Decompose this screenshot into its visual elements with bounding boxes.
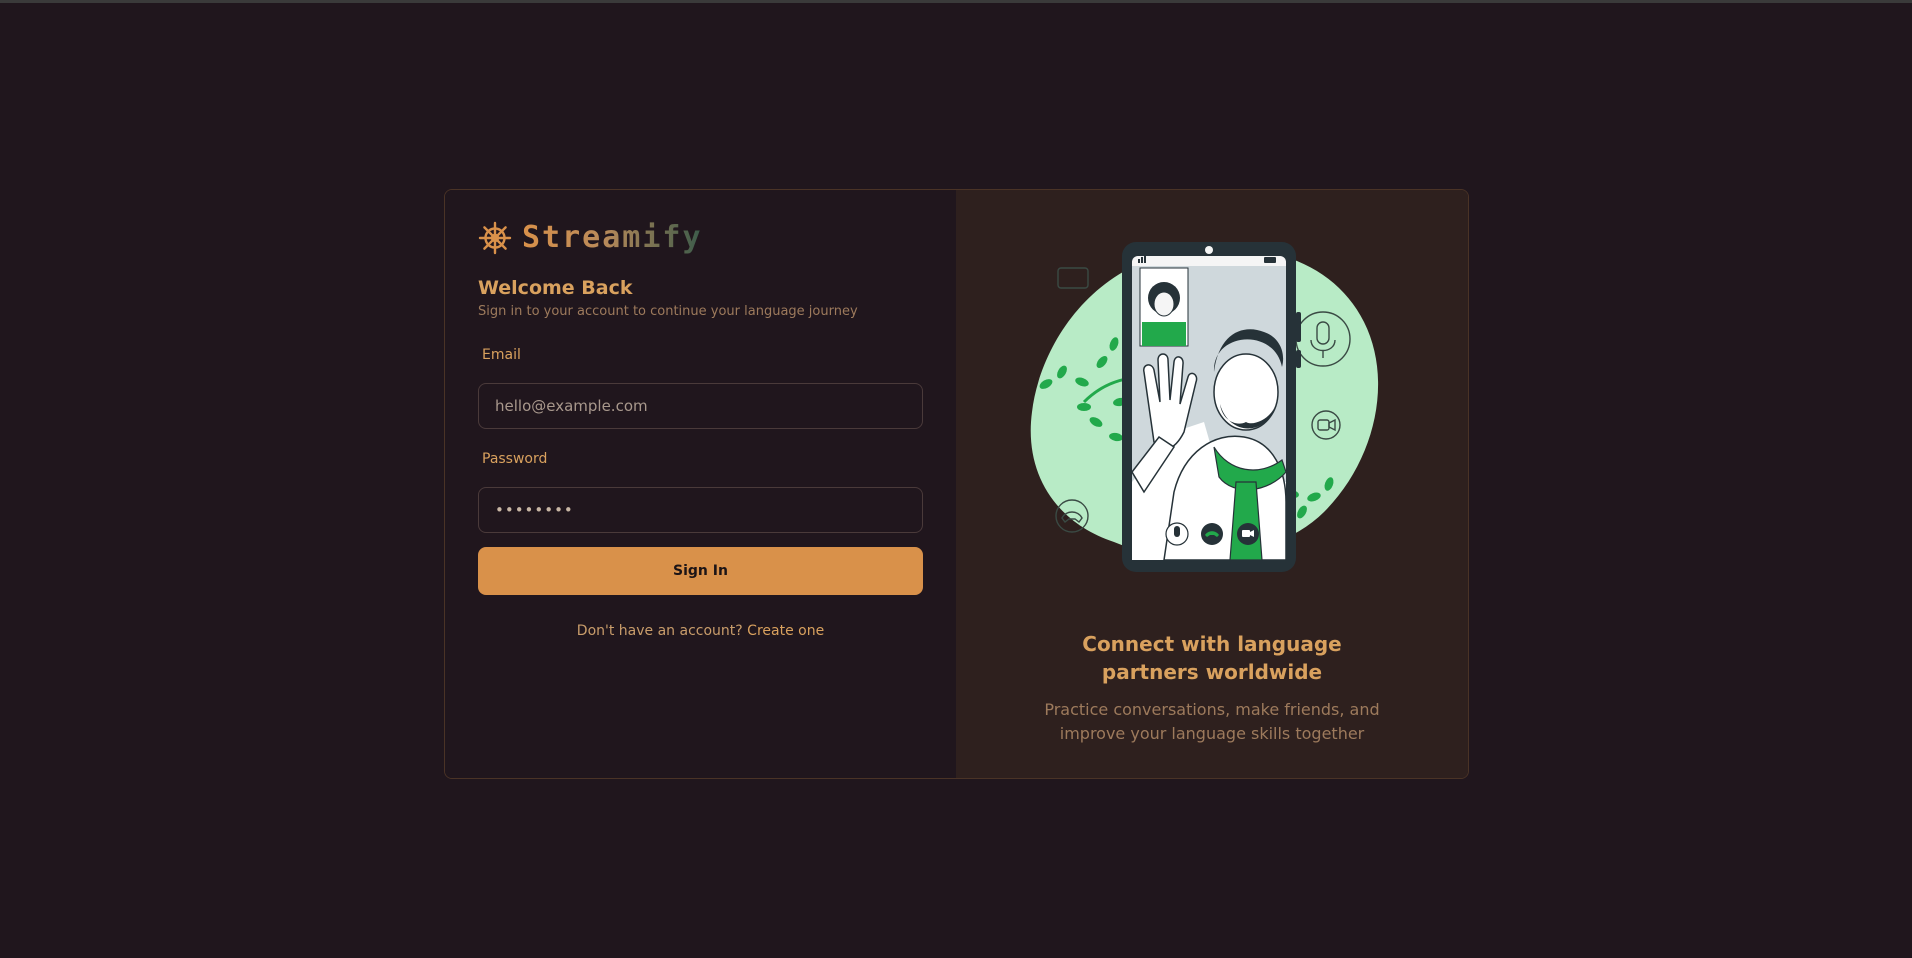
password-field[interactable] xyxy=(478,487,923,533)
email-label: Email xyxy=(482,347,521,363)
create-account-link[interactable]: Create one xyxy=(747,623,824,639)
ship-wheel-icon xyxy=(478,221,512,255)
page-subtitle: Sign in to your account to continue your… xyxy=(478,304,858,319)
email-field[interactable] xyxy=(478,383,923,429)
password-label: Password xyxy=(482,451,548,467)
page-title: Welcome Back xyxy=(478,277,633,299)
window-top-border xyxy=(0,0,1912,3)
signup-prompt: Don't have an account? Create one xyxy=(445,623,956,639)
brand-name: Streamify xyxy=(522,220,703,255)
login-panel: Streamify Welcome Back Sign in to your a… xyxy=(445,190,956,778)
video-call-illustration xyxy=(1030,242,1379,572)
promo-subtitle-text: Practice conversations, make friends, an… xyxy=(1044,700,1380,743)
promo-panel: Connect with language partners worldwide… xyxy=(956,190,1468,778)
auth-card: Streamify Welcome Back Sign in to your a… xyxy=(444,189,1469,779)
promo-title: Connect with language partners worldwide xyxy=(956,630,1468,686)
promo-subtitle: Practice conversations, make friends, an… xyxy=(956,698,1468,746)
sign-in-button[interactable]: Sign In xyxy=(478,547,923,595)
promo-title-text: Connect with language partners worldwide xyxy=(1082,632,1342,684)
brand: Streamify xyxy=(478,220,703,255)
signup-prompt-text: Don't have an account? xyxy=(576,623,743,639)
